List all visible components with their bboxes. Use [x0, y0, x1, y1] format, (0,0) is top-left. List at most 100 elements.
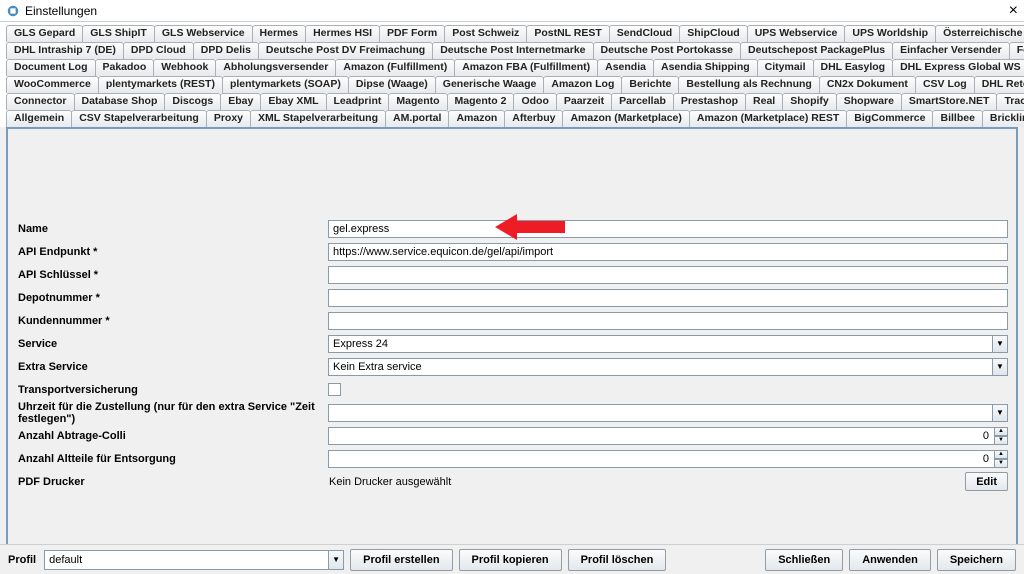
- tab-pdf-form[interactable]: PDF Form: [379, 25, 445, 42]
- tab-ups-webservice[interactable]: UPS Webservice: [747, 25, 846, 42]
- tab-connector[interactable]: Connector: [6, 93, 75, 110]
- tab-amazon-marketplace-rest[interactable]: Amazon (Marketplace) REST: [689, 110, 847, 127]
- chevron-down-icon[interactable]: ▼: [328, 550, 344, 570]
- tab-ups-worldship[interactable]: UPS Worldship: [844, 25, 936, 42]
- tab-billbee[interactable]: Billbee: [932, 110, 982, 127]
- tab-amazon-fba-fulfillment-[interactable]: Amazon FBA (Fulfillment): [454, 59, 598, 76]
- tab-am-portal[interactable]: AM.portal: [385, 110, 449, 127]
- tab-asendia[interactable]: Asendia: [597, 59, 654, 76]
- save-button[interactable]: Speichern: [937, 549, 1016, 571]
- tab-deutsche-post-dv-freimachung[interactable]: Deutsche Post DV Freimachung: [258, 42, 433, 59]
- tab-trackingportal[interactable]: Trackingportal: [996, 93, 1024, 110]
- apply-button[interactable]: Anwenden: [849, 549, 931, 571]
- tab-deutsche-post-portokasse[interactable]: Deutsche Post Portokasse: [593, 42, 741, 59]
- tab-fedex-webservice[interactable]: Fedex Webservice: [1009, 42, 1024, 59]
- tab-bestellung-als-rechnung[interactable]: Bestellung als Rechnung: [678, 76, 819, 93]
- chevron-down-icon[interactable]: ▼: [992, 358, 1008, 376]
- tab-asendia-shipping[interactable]: Asendia Shipping: [653, 59, 758, 76]
- tab-proxy[interactable]: Proxy: [206, 110, 251, 127]
- tab-shipcloud[interactable]: ShipCloud: [679, 25, 748, 42]
- abtrage-colli-stepper[interactable]: ▲▼: [328, 427, 1008, 445]
- tab--sterreichische-post[interactable]: Österreichische Post: [935, 25, 1024, 42]
- spin-up-icon[interactable]: ▲: [995, 427, 1008, 436]
- tab-xml-stapelverarbeitung[interactable]: XML Stapelverarbeitung: [250, 110, 386, 127]
- copy-profile-button[interactable]: Profil kopieren: [459, 549, 562, 571]
- tab-prestashop[interactable]: Prestashop: [673, 93, 746, 110]
- tab-generische-waage[interactable]: Generische Waage: [435, 76, 545, 93]
- tab-dhl-retoure[interactable]: DHL Retoure: [974, 76, 1024, 93]
- tab-ebay-xml[interactable]: Ebay XML: [260, 93, 326, 110]
- tab-leadprint[interactable]: Leadprint: [326, 93, 390, 110]
- tab-dhl-express-global-ws[interactable]: DHL Express Global WS: [892, 59, 1024, 76]
- tab-plentymarkets-soap-[interactable]: plentymarkets (SOAP): [222, 76, 349, 93]
- tab-abholungsversender[interactable]: Abholungsversender: [215, 59, 336, 76]
- tab-cn2x-dokument[interactable]: CN2x Dokument: [819, 76, 916, 93]
- close-icon[interactable]: ×: [1009, 4, 1018, 18]
- tab-deutsche-post-internetmarke[interactable]: Deutsche Post Internetmarke: [432, 42, 593, 59]
- profile-select[interactable]: default ▼: [44, 550, 344, 570]
- spin-up-icon[interactable]: ▲: [995, 450, 1008, 459]
- tab-gls-webservice[interactable]: GLS Webservice: [154, 25, 253, 42]
- tab-dipse-waage-[interactable]: Dipse (Waage): [348, 76, 436, 93]
- delivery-time-select[interactable]: ▼: [328, 404, 1008, 422]
- customer-field[interactable]: [328, 312, 1008, 330]
- tab-amazon-fulfillment-[interactable]: Amazon (Fulfillment): [335, 59, 455, 76]
- tab-gls-shipit[interactable]: GLS ShipIT: [82, 25, 155, 42]
- tab-ebay[interactable]: Ebay: [220, 93, 261, 110]
- tab-magento[interactable]: Magento: [388, 93, 447, 110]
- tab-pakadoo[interactable]: Pakadoo: [95, 59, 155, 76]
- service-select[interactable]: Express 24 ▼: [328, 335, 1008, 353]
- tab-amazon-log[interactable]: Amazon Log: [543, 76, 622, 93]
- tab-smartstore-net[interactable]: SmartStore.NET: [901, 93, 998, 110]
- tab-discogs[interactable]: Discogs: [164, 93, 221, 110]
- tab-allgemein[interactable]: Allgemein: [6, 110, 72, 127]
- transport-insurance-checkbox[interactable]: [328, 383, 341, 396]
- tab-magento-2[interactable]: Magento 2: [447, 93, 515, 110]
- tab-deutschepost-packageplus[interactable]: Deutschepost PackagePlus: [740, 42, 893, 59]
- tab-hermes-hsi[interactable]: Hermes HSI: [305, 25, 380, 42]
- tab-shopware[interactable]: Shopware: [836, 93, 902, 110]
- tab-berichte[interactable]: Berichte: [621, 76, 679, 93]
- altteile-stepper[interactable]: ▲▼: [328, 450, 1008, 468]
- tab-bricklink[interactable]: Bricklink: [982, 110, 1024, 127]
- tab-bigcommerce[interactable]: BigCommerce: [846, 110, 933, 127]
- tab-amazon[interactable]: Amazon: [448, 110, 505, 127]
- tab-sendcloud[interactable]: SendCloud: [609, 25, 680, 42]
- chevron-down-icon[interactable]: ▼: [992, 404, 1008, 422]
- tab-dhl-intraship-7-de-[interactable]: DHL Intraship 7 (DE): [6, 42, 124, 59]
- chevron-down-icon[interactable]: ▼: [992, 335, 1008, 353]
- close-button[interactable]: Schließen: [765, 549, 843, 571]
- tab-csv-stapelverarbeitung[interactable]: CSV Stapelverarbeitung: [71, 110, 207, 127]
- tab-hermes[interactable]: Hermes: [252, 25, 307, 42]
- tab-amazon-marketplace-[interactable]: Amazon (Marketplace): [562, 110, 689, 127]
- api-endpoint-field[interactable]: [328, 243, 1008, 261]
- spin-down-icon[interactable]: ▼: [995, 459, 1008, 468]
- edit-printer-button[interactable]: Edit: [965, 472, 1008, 491]
- tab-document-log[interactable]: Document Log: [6, 59, 96, 76]
- tab-afterbuy[interactable]: Afterbuy: [504, 110, 563, 127]
- spin-down-icon[interactable]: ▼: [995, 436, 1008, 445]
- tab-webhook[interactable]: Webhook: [153, 59, 216, 76]
- tab-postnl-rest[interactable]: PostNL REST: [526, 25, 609, 42]
- api-key-field[interactable]: [328, 266, 1008, 284]
- tab-plentymarkets-rest-[interactable]: plentymarkets (REST): [98, 76, 223, 93]
- tab-csv-log[interactable]: CSV Log: [915, 76, 975, 93]
- name-field[interactable]: [328, 220, 1008, 238]
- tab-citymail[interactable]: Citymail: [757, 59, 814, 76]
- tab-paarzeit[interactable]: Paarzeit: [556, 93, 612, 110]
- create-profile-button[interactable]: Profil erstellen: [350, 549, 452, 571]
- tab-post-schweiz[interactable]: Post Schweiz: [444, 25, 527, 42]
- tab-woocommerce[interactable]: WooCommerce: [6, 76, 99, 93]
- tab-einfacher-versender[interactable]: Einfacher Versender: [892, 42, 1010, 59]
- tab-parcellab[interactable]: Parcellab: [611, 93, 674, 110]
- delete-profile-button[interactable]: Profil löschen: [568, 549, 667, 571]
- tab-real[interactable]: Real: [745, 93, 783, 110]
- extra-service-select[interactable]: Kein Extra service ▼: [328, 358, 1008, 376]
- tab-dpd-delis[interactable]: DPD Delis: [193, 42, 259, 59]
- tab-database-shop[interactable]: Database Shop: [74, 93, 166, 110]
- tab-odoo[interactable]: Odoo: [513, 93, 556, 110]
- tab-dhl-easylog[interactable]: DHL Easylog: [813, 59, 894, 76]
- depot-field[interactable]: [328, 289, 1008, 307]
- tab-dpd-cloud[interactable]: DPD Cloud: [123, 42, 194, 59]
- tab-shopify[interactable]: Shopify: [782, 93, 837, 110]
